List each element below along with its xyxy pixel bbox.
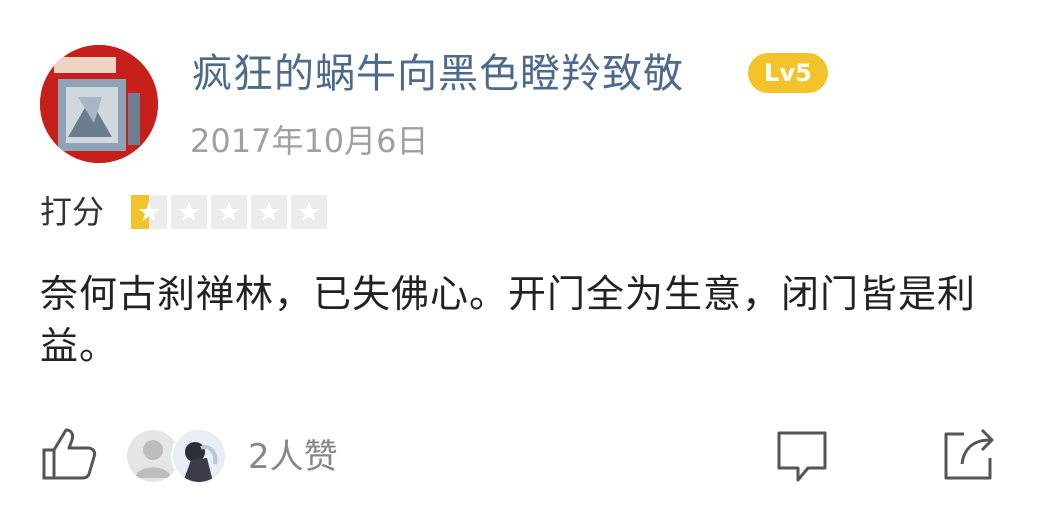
- comment-icon: [777, 431, 827, 482]
- like-count[interactable]: 2人赞: [248, 437, 338, 477]
- user-avatar-icon: [40, 45, 158, 163]
- thumbs-up-icon: [42, 428, 97, 480]
- user-avatar[interactable]: [40, 45, 158, 163]
- post-text: 奈何古刹禅林，已失佛心。开门全为生意，闭门皆是利益。: [40, 272, 977, 368]
- user-photo-icon: [173, 430, 225, 482]
- liker-avatar: [171, 428, 227, 484]
- share-icon: [944, 428, 994, 480]
- star-rating: ★ ★ ★ ★ ★: [131, 195, 327, 229]
- star-icon: ★: [171, 195, 207, 229]
- star-icon: ★: [291, 195, 327, 229]
- liker-avatars[interactable]: [127, 428, 227, 484]
- level-badge: Lv5: [748, 53, 828, 93]
- star-icon: ★: [211, 195, 247, 229]
- username[interactable]: 疯狂的蜗牛向黑色瞪羚致敬: [192, 50, 684, 98]
- like-button[interactable]: [40, 426, 98, 486]
- comment-button[interactable]: [776, 430, 828, 488]
- rating-label: 打分: [40, 193, 105, 231]
- share-button[interactable]: [942, 426, 998, 486]
- post-date: 2017年10月6日: [190, 122, 429, 160]
- star-icon: ★: [251, 195, 287, 229]
- star-icon: ★: [131, 195, 167, 229]
